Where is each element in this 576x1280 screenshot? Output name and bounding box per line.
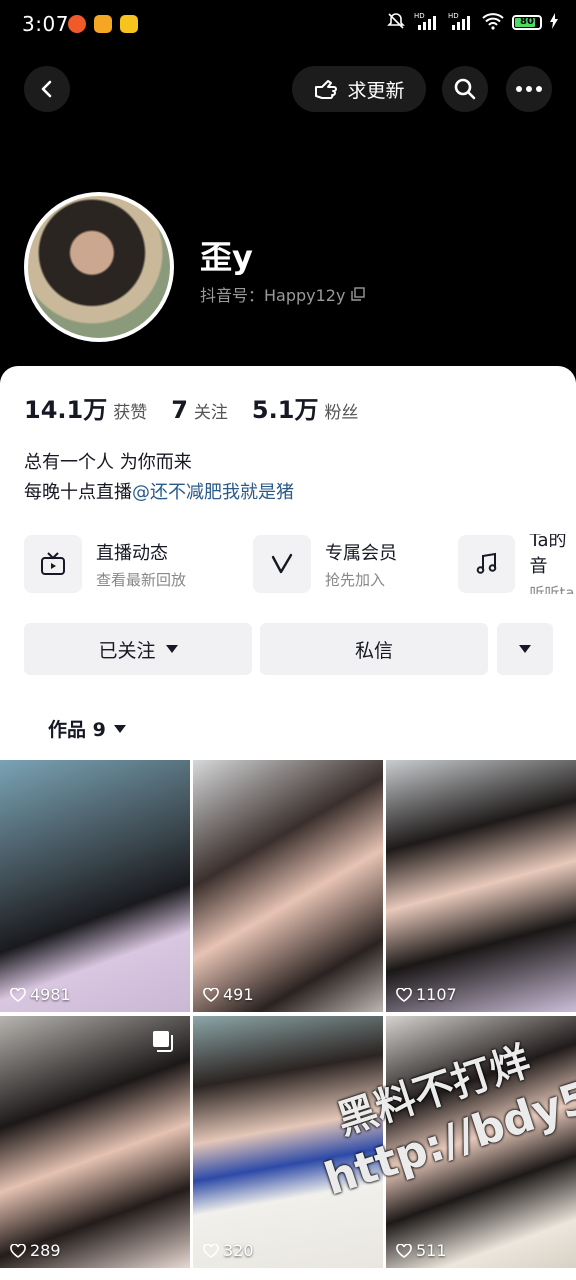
multi-image-icon — [153, 1031, 173, 1052]
heart-icon — [10, 987, 26, 1002]
video-thumbnail[interactable]: 289 — [0, 1016, 190, 1268]
works-tab-label: 作品 9 — [48, 719, 106, 741]
following-count[interactable]: 7 — [171, 396, 188, 424]
like-count: 4981 — [10, 985, 71, 1004]
nickname: 歪y — [200, 238, 253, 276]
search-icon — [454, 78, 476, 100]
caret-down-icon — [519, 645, 531, 653]
svg-text:HD: HD — [414, 12, 425, 20]
like-count: 320 — [203, 1241, 254, 1260]
wifi-icon — [482, 12, 504, 33]
service-subtitle: 听听ta — [529, 583, 575, 595]
request-update-button[interactable]: 求更新 — [292, 66, 426, 112]
caret-down-icon — [113, 724, 126, 733]
app-notification-icon — [94, 15, 112, 33]
video-grid: 4981 491 1107 289 320 511 — [0, 760, 576, 1280]
bio-line: 总有一个人 为你而来 — [24, 452, 192, 473]
status-time: 3:07 — [22, 12, 69, 36]
signal-icon: HD — [414, 11, 440, 34]
like-count: 491 — [203, 985, 254, 1004]
video-thumbnail[interactable]: 1107 — [386, 760, 576, 1012]
search-button[interactable] — [442, 66, 488, 112]
message-button[interactable]: 私信 — [260, 623, 488, 675]
service-title: 直播动态 — [96, 542, 168, 564]
douyin-id-text: 抖音号：Happy12y — [200, 286, 346, 305]
avatar[interactable] — [24, 192, 174, 342]
caret-down-icon — [165, 645, 178, 653]
service-live-updates[interactable]: 直播动态查看最新回放 — [24, 534, 186, 594]
heart-icon — [203, 1243, 219, 1258]
more-icon — [516, 86, 542, 92]
likes-count: 14.1万 — [24, 396, 108, 424]
service-title: Ta的音 — [529, 534, 567, 577]
service-subtitle: 查看最新回放 — [96, 570, 187, 589]
services-row: 直播动态查看最新回放 专属会员抢先加入 Ta的音听听ta — [24, 534, 576, 594]
charging-icon — [550, 13, 558, 32]
following-button[interactable]: 已关注 — [24, 623, 252, 675]
video-thumbnail[interactable]: 491 — [193, 760, 383, 1012]
mention-link[interactable]: @还不减肥我就是猪 — [132, 482, 294, 503]
top-navigation: 求更新 — [0, 66, 576, 112]
following-label[interactable]: 关注 — [194, 398, 228, 423]
more-actions-button[interactable] — [497, 623, 553, 675]
battery-icon: 80 — [512, 15, 542, 30]
heart-icon — [203, 987, 219, 1002]
tv-icon — [41, 552, 65, 575]
bio: 总有一个人 为你而来 每晚十点直播@还不减肥我就是猪 — [24, 448, 294, 508]
service-music[interactable]: Ta的音听听ta — [458, 534, 576, 594]
service-title: 专属会员 — [325, 542, 397, 564]
works-tab[interactable]: 作品 9 — [48, 715, 126, 742]
service-membership[interactable]: 专属会员 抢先加入 — [253, 534, 397, 594]
followers-count[interactable]: 5.1万 — [252, 390, 319, 425]
back-button[interactable] — [24, 66, 70, 112]
more-options-button[interactable] — [506, 66, 552, 112]
heart-icon — [396, 987, 412, 1002]
likes-label: 获赞 — [113, 403, 148, 423]
heart-icon — [396, 1243, 412, 1258]
chevron-left-icon — [41, 80, 52, 98]
followers-label[interactable]: 粉丝 — [324, 398, 358, 423]
pointing-hand-icon — [315, 80, 338, 99]
like-count: 511 — [396, 1241, 447, 1260]
bio-line: 每晚十点直播@还不减肥我就是猪 — [24, 482, 294, 503]
like-count: 289 — [10, 1241, 61, 1260]
svg-text:HD: HD — [448, 12, 459, 20]
heart-icon — [10, 1243, 26, 1258]
following-button-label: 已关注 — [98, 639, 156, 662]
request-update-label: 求更新 — [347, 79, 405, 102]
like-count: 1107 — [396, 985, 457, 1004]
message-button-label: 私信 — [354, 639, 393, 662]
status-bar: 3:07 HD HD 80 — [0, 0, 576, 48]
signal-icon: HD — [448, 11, 474, 34]
mute-icon — [386, 11, 406, 34]
copy-icon — [351, 287, 366, 301]
music-icon — [476, 552, 497, 574]
stats-row: 14.1万 获赞 7 关注 5.1万 粉丝 — [24, 390, 376, 425]
app-notification-icon — [120, 15, 138, 33]
douyin-id[interactable]: 抖音号：Happy12y — [200, 282, 366, 306]
video-thumbnail[interactable]: 4981 — [0, 760, 190, 1012]
app-notification-icon — [68, 15, 86, 33]
profile-header: 歪y 抖音号：Happy12y — [0, 180, 576, 360]
service-subtitle: 抢先加入 — [325, 570, 386, 589]
v-icon — [271, 553, 293, 574]
